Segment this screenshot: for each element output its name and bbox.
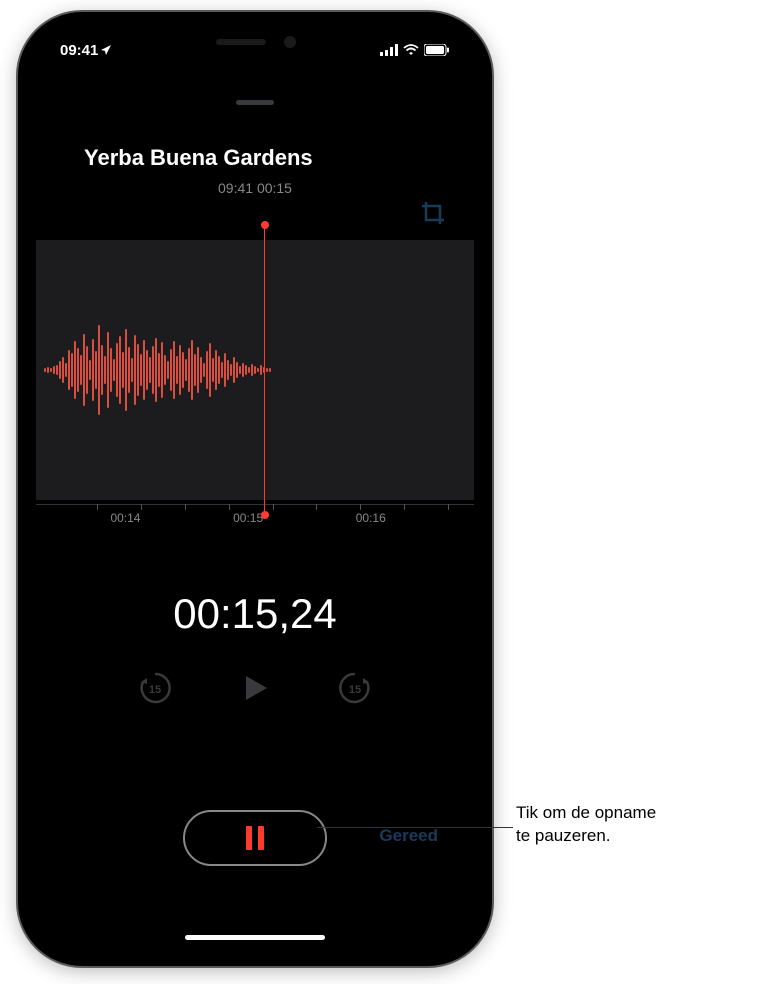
callout-line: [317, 827, 513, 828]
home-indicator[interactable]: [185, 935, 325, 940]
svg-text:15: 15: [349, 684, 361, 696]
skip-forward-15-button[interactable]: 15: [337, 670, 373, 706]
tick-label: 00:16: [356, 511, 386, 525]
crop-icon[interactable]: [420, 200, 446, 226]
tick-label: 00:15: [233, 511, 263, 525]
timeline-ticks: 00:14 00:15 00:16: [36, 504, 474, 536]
status-right: [380, 44, 450, 56]
location-services-icon: [100, 44, 112, 56]
tick-label: 00:14: [110, 511, 140, 525]
notch: [160, 30, 350, 60]
pause-icon: [246, 826, 264, 850]
voice-memos-app: Yerba Buena Gardens 09:41 00:15: [36, 30, 474, 948]
svg-text:15: 15: [149, 684, 161, 696]
play-button[interactable]: [237, 670, 273, 706]
battery-icon: [424, 44, 450, 56]
status-time: 09:41: [60, 42, 98, 59]
playhead[interactable]: [264, 225, 266, 515]
sheet-grabber[interactable]: [236, 100, 274, 105]
callout-text: Tik om de opname te pauzeren.: [516, 802, 656, 848]
playback-controls: 15 15: [36, 670, 474, 706]
skip-back-15-button[interactable]: 15: [137, 670, 173, 706]
recording-meta: 09:41 00:15: [36, 180, 474, 196]
recording-duration: 00:15: [257, 180, 292, 196]
recording-title[interactable]: Yerba Buena Gardens: [84, 145, 313, 171]
wifi-icon: [403, 44, 419, 56]
phone-frame: 09:41: [18, 12, 492, 966]
status-left: 09:41: [60, 42, 112, 59]
pause-record-button[interactable]: [183, 810, 327, 866]
waveform-container[interactable]: [36, 240, 474, 500]
waveform: [36, 305, 271, 435]
cellular-signal-icon: [380, 44, 398, 56]
recording-timestamp: 09:41: [218, 180, 253, 196]
timer-display: 00:15,24: [36, 590, 474, 638]
phone-screen: 09:41: [36, 30, 474, 948]
done-button[interactable]: Gereed: [379, 826, 438, 846]
